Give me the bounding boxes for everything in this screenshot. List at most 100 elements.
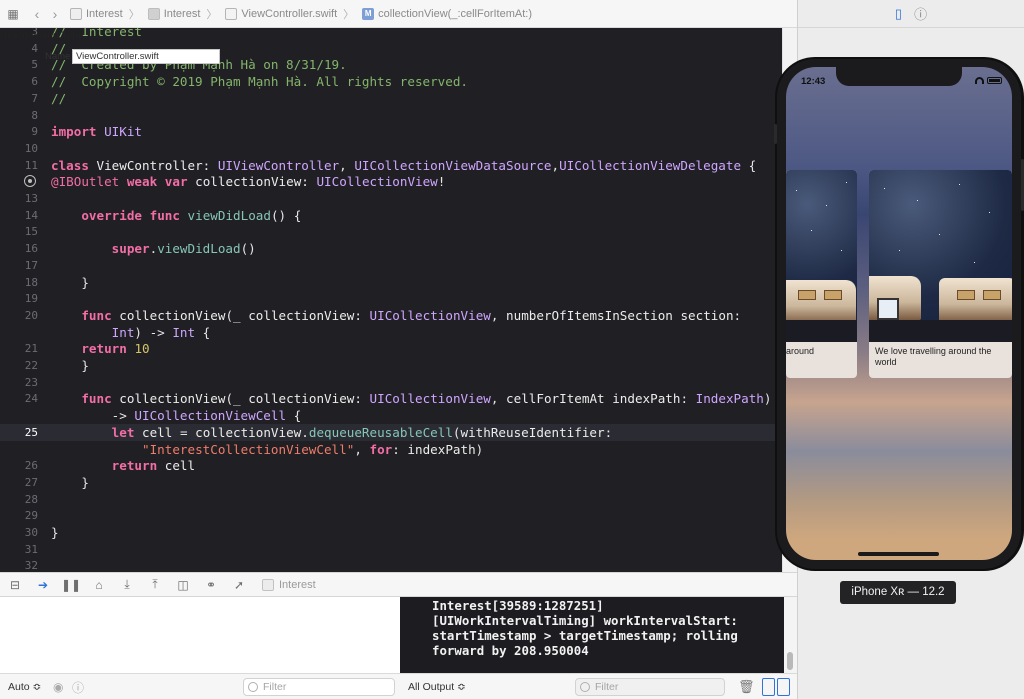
code-line[interactable]: 13 <box>0 190 782 207</box>
line-number[interactable]: 4 <box>0 40 38 57</box>
output-select[interactable]: All Output ≎ <box>408 678 466 696</box>
code-line[interactable]: 22 } <box>0 357 782 374</box>
code-line[interactable]: 8 <box>0 107 782 124</box>
simulate-location-icon[interactable]: ➚ <box>231 577 247 593</box>
info-icon[interactable]: ⓘ <box>72 678 84 696</box>
code-line[interactable]: 15 <box>0 223 782 240</box>
show-variables-toggle-icon[interactable] <box>762 678 775 696</box>
code-line[interactable]: 28 <box>0 491 782 508</box>
cell-caption: We love travelling around the world <box>875 346 992 367</box>
code-line[interactable]: 7 // <box>0 90 782 107</box>
line-number[interactable]: 13 <box>0 190 38 207</box>
collection-cell[interactable]: We love travelling around the world <box>869 170 1012 378</box>
code-line[interactable]: 26 return cell <box>0 457 782 474</box>
code-text: // <box>51 90 67 106</box>
console-scroll-thumb[interactable] <box>787 652 793 670</box>
code-line[interactable]: 21 return 10 <box>0 340 782 357</box>
related-items-grid-icon[interactable]: ▦ <box>6 7 20 21</box>
line-number[interactable]: 7 <box>0 90 38 107</box>
code-line[interactable]: 3// Interest <box>0 28 782 40</box>
line-number[interactable]: 5 <box>0 56 38 73</box>
pause-icon[interactable]: ❚❚ <box>61 577 81 593</box>
line-number[interactable]: 21 <box>0 340 38 357</box>
forward-chevron-icon[interactable]: › <box>48 6 62 22</box>
inspector-name-field[interactable]: ViewController.swift <box>72 49 220 64</box>
line-number[interactable]: 28 <box>0 491 38 508</box>
auto-select[interactable]: Auto ≎ <box>8 678 41 696</box>
breadcrumb-folder[interactable]: Interest 〉 <box>147 6 217 22</box>
variables-filter-field[interactable]: Filter <box>243 678 395 696</box>
code-line[interactable]: 20 func collectionView(_ collectionView:… <box>0 307 782 324</box>
show-console-toggle-icon[interactable] <box>777 678 790 696</box>
view-debugger-icon[interactable]: ◫ <box>175 577 191 593</box>
line-number[interactable]: 29 <box>0 507 38 524</box>
line-number[interactable]: 22 <box>0 357 38 374</box>
code-line[interactable]: 18 } <box>0 274 782 291</box>
code-line[interactable]: 17 <box>0 257 782 274</box>
file-inspector-icon[interactable]: ▯ <box>895 6 902 22</box>
line-number[interactable]: 15 <box>0 223 38 240</box>
code-line[interactable]: @IBOutlet weak var collectionView: UICol… <box>0 173 782 190</box>
line-number[interactable]: 23 <box>0 374 38 391</box>
code-line[interactable]: 27 } <box>0 474 782 491</box>
memory-graph-icon[interactable]: ⚭ <box>203 577 219 593</box>
debug-target[interactable]: Interest <box>262 578 316 591</box>
code-line[interactable]: 24 func collectionView(_ collectionView:… <box>0 390 782 407</box>
breadcrumb-file[interactable]: ViewController.swift 〉 <box>225 6 354 22</box>
line-number[interactable]: 24 <box>0 390 38 407</box>
step-out-icon[interactable]: ⤒ <box>147 577 163 593</box>
code-line[interactable]: 30} <box>0 524 782 541</box>
code-line[interactable]: 11 class ViewController: UIViewController… <box>0 157 782 174</box>
breadcrumb-method[interactable]: McollectionView(_:cellForItemAt:) <box>362 7 532 20</box>
line-number[interactable]: 18 <box>0 274 38 291</box>
code-text: -> UICollectionViewCell { <box>51 408 302 424</box>
line-number[interactable]: 10 <box>0 140 38 157</box>
collection-cell[interactable]: around <box>786 170 857 378</box>
line-number[interactable]: 32 <box>0 557 38 572</box>
step-into-icon[interactable]: ⤓ <box>119 577 135 593</box>
breakpoints-toggle-icon[interactable]: ➔ <box>35 577 51 593</box>
line-number[interactable]: 11 <box>0 157 38 174</box>
code-line[interactable]: 16 super.viewDidLoad() <box>0 240 782 257</box>
quick-help-icon[interactable]: ⓘ <box>914 4 927 23</box>
code-line[interactable]: 25 let cell = collectionView.dequeueReus… <box>0 423 782 441</box>
code-line[interactable]: 29 <box>0 507 782 524</box>
code-line[interactable]: 32 <box>0 557 782 572</box>
line-number[interactable]: 6 <box>0 73 38 90</box>
line-number[interactable]: 25 <box>0 424 38 441</box>
code-line[interactable]: "InterestCollectionViewCell", for: index… <box>0 441 782 458</box>
outlet-connection-icon[interactable] <box>24 175 36 188</box>
line-number[interactable]: 8 <box>0 107 38 124</box>
line-number[interactable]: 27 <box>0 474 38 491</box>
code-line[interactable]: 10 <box>0 140 782 157</box>
code-line[interactable]: 23 <box>0 374 782 391</box>
home-indicator[interactable] <box>858 552 939 556</box>
line-number[interactable]: 30 <box>0 524 38 541</box>
back-chevron-icon[interactable]: ‹ <box>30 6 44 22</box>
project-icon <box>70 7 82 20</box>
line-number[interactable]: 26 <box>0 457 38 474</box>
inspector-section-title: Identity and Type <box>5 30 84 41</box>
quick-look-eye-icon[interactable]: ◉ <box>53 678 63 696</box>
hide-debug-area-icon[interactable]: ⊟ <box>7 577 23 593</box>
code-editor[interactable]: 3// Interest 4//5// Created by Phạm Mạnh … <box>0 28 782 572</box>
code-line[interactable]: 19 <box>0 290 782 307</box>
code-line[interactable]: Int) -> Int { <box>0 324 782 341</box>
cell-photo <box>786 170 857 342</box>
code-line[interactable]: 9 import UIKit <box>0 123 782 140</box>
line-number[interactable]: 31 <box>0 541 38 558</box>
line-number[interactable]: 9 <box>0 123 38 140</box>
code-line[interactable]: -> UICollectionViewCell { <box>0 407 782 424</box>
line-number[interactable]: 20 <box>0 307 38 324</box>
line-number[interactable]: 17 <box>0 257 38 274</box>
line-number[interactable]: 16 <box>0 240 38 257</box>
code-line[interactable]: 14 override func viewDidLoad() { <box>0 207 782 224</box>
line-number[interactable]: 14 <box>0 207 38 224</box>
console-filter-field[interactable]: Filter <box>575 678 725 696</box>
breadcrumb-project[interactable]: Interest 〉 <box>70 6 140 22</box>
code-line[interactable]: 31 <box>0 541 782 558</box>
line-number[interactable]: 19 <box>0 290 38 307</box>
step-over-icon[interactable]: ⌂ <box>91 577 107 593</box>
trash-icon[interactable]: 🗑 <box>738 678 755 696</box>
code-line[interactable]: 6 // Copyright © 2019 Phạm Mạnh Hà. All r… <box>0 73 782 90</box>
